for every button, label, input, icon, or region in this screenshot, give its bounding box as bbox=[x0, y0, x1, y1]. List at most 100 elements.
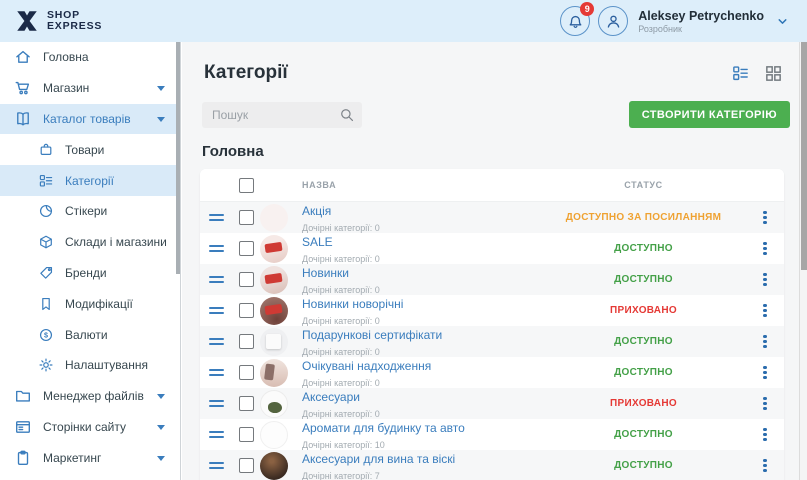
topbar: SHOP EXPRESS 9 Aleksey Petrychenko Розро… bbox=[0, 0, 807, 42]
table-row: Аксесуари для вина та віскі Дочірні катег… bbox=[200, 450, 784, 480]
category-name-link[interactable]: Аромати для будинку та авто bbox=[302, 421, 465, 435]
sidebar-item-label: Магазин bbox=[43, 81, 89, 95]
sidebar-item-shop[interactable]: Магазин bbox=[0, 73, 180, 104]
row-drag-handle-icon[interactable] bbox=[209, 245, 224, 252]
row-drag-handle-icon[interactable] bbox=[209, 369, 224, 376]
table-row: SALEДочірні категорії: 0ДОСТУПНО bbox=[200, 233, 784, 264]
category-status: ДОСТУПНО bbox=[541, 336, 746, 347]
category-thumbnail bbox=[260, 266, 288, 294]
table-row: Аромати для будинку та автоДочірні катег… bbox=[200, 419, 784, 450]
category-thumbnail bbox=[260, 235, 288, 263]
pages-icon bbox=[14, 418, 32, 436]
category-status: ДОСТУПНО bbox=[541, 274, 746, 285]
category-status: ДОСТУПНО ЗА ПОСИЛАННЯМ bbox=[541, 212, 746, 223]
create-category-button[interactable]: СТВОРИТИ КАТЕГОРІЮ bbox=[629, 101, 790, 128]
page-title: Категорії bbox=[204, 62, 288, 84]
sidebar-item-label: Модифікації bbox=[65, 297, 133, 311]
row-drag-handle-icon[interactable] bbox=[209, 431, 224, 438]
category-thumbnail bbox=[260, 204, 288, 232]
category-name-link[interactable]: Подарункові сертифікати bbox=[302, 328, 442, 342]
user-avatar[interactable] bbox=[598, 6, 628, 36]
logo-line2: EXPRESS bbox=[47, 21, 102, 32]
topbar-right: 9 Aleksey Petrychenko Розробник bbox=[552, 6, 793, 36]
shop-express-logo[interactable]: SHOP EXPRESS bbox=[14, 8, 102, 34]
row-checkbox[interactable] bbox=[239, 272, 254, 287]
table-row: Акція Дочірні категорії: 0 ДОСТУПНО ЗА ПОС… bbox=[200, 202, 784, 233]
category-thumbnail bbox=[260, 421, 288, 449]
row-menu-kebab-icon[interactable] bbox=[759, 424, 770, 446]
category-children-count: Дочірні категорії: 0 bbox=[302, 223, 380, 233]
category-name-link[interactable]: Аксесуари bbox=[302, 390, 360, 404]
row-drag-handle-icon[interactable] bbox=[209, 276, 224, 283]
category-thumbnail bbox=[260, 359, 288, 387]
row-menu-kebab-icon[interactable] bbox=[759, 300, 770, 322]
category-children-count: Дочірні категорії: 7 bbox=[302, 471, 455, 480]
sidebar-item-settings[interactable]: Налаштування bbox=[0, 350, 180, 381]
category-name-link[interactable]: Очікувані надходження bbox=[302, 359, 431, 373]
table-row: Подарункові сертифікатиДочірні категорії… bbox=[200, 326, 784, 357]
user-menu[interactable]: Aleksey Petrychenko Розробник bbox=[638, 9, 764, 34]
category-thumbnail bbox=[260, 328, 288, 356]
search-icon bbox=[339, 107, 355, 123]
row-menu-kebab-icon[interactable] bbox=[759, 207, 770, 229]
sidebar-item-stickers[interactable]: Стікери bbox=[0, 196, 180, 227]
row-checkbox[interactable] bbox=[239, 334, 254, 349]
sidebar-item-label: Налаштування bbox=[65, 358, 148, 372]
sidebar-item-categories[interactable]: Категорії bbox=[0, 165, 180, 196]
row-checkbox[interactable] bbox=[239, 303, 254, 318]
sidebar-item-label: Стікери bbox=[65, 204, 107, 218]
row-drag-handle-icon[interactable] bbox=[209, 338, 224, 345]
list-view-icon[interactable] bbox=[731, 64, 750, 83]
chevron-down-icon bbox=[157, 117, 165, 122]
row-drag-handle-icon[interactable] bbox=[209, 400, 224, 407]
row-drag-handle-icon[interactable] bbox=[209, 307, 224, 314]
row-menu-kebab-icon[interactable] bbox=[759, 238, 770, 260]
person-icon bbox=[604, 12, 623, 31]
user-menu-chevron-icon[interactable] bbox=[776, 15, 789, 28]
sidebar: Головна Магазин Каталог товарівТовариКатег… bbox=[0, 42, 181, 480]
sidebar-item-warehouses[interactable]: Склади і магазини bbox=[0, 227, 180, 258]
notifications-button[interactable]: 9 bbox=[560, 6, 590, 36]
row-menu-kebab-icon[interactable] bbox=[759, 269, 770, 291]
category-name-link[interactable]: Новинки новорічні bbox=[302, 297, 403, 311]
sidebar-item-marketing[interactable]: Маркетинг bbox=[0, 442, 180, 473]
table-row: АксесуариДочірні категорії: 0ПРИХОВАНО bbox=[200, 388, 784, 419]
row-checkbox[interactable] bbox=[239, 396, 254, 411]
row-menu-kebab-icon[interactable] bbox=[759, 331, 770, 353]
sidebar-item-modifications[interactable]: Модифікації bbox=[0, 288, 180, 319]
row-menu-kebab-icon[interactable] bbox=[759, 362, 770, 384]
category-name-link[interactable]: Аксесуари для вина та віскі bbox=[302, 452, 455, 466]
row-checkbox[interactable] bbox=[239, 210, 254, 225]
category-status: ПРИХОВАНО bbox=[541, 305, 746, 316]
row-menu-kebab-icon[interactable] bbox=[759, 455, 770, 477]
settings-icon bbox=[38, 357, 54, 373]
row-checkbox[interactable] bbox=[239, 458, 254, 473]
window-scrollbar-thumb[interactable] bbox=[801, 42, 807, 270]
sidebar-item-currencies[interactable]: $Валюти bbox=[0, 319, 180, 350]
row-checkbox[interactable] bbox=[239, 241, 254, 256]
category-name-link[interactable]: Новинки bbox=[302, 266, 349, 280]
grid-view-icon[interactable] bbox=[764, 64, 783, 83]
categories-table: НАЗВА СТАТУС АкціяДочірні категорії: 0ДО… bbox=[200, 169, 784, 480]
row-menu-kebab-icon[interactable] bbox=[759, 393, 770, 415]
search-input[interactable] bbox=[202, 102, 362, 128]
row-drag-handle-icon[interactable] bbox=[209, 214, 224, 221]
sidebar-item-brands[interactable]: Бренди bbox=[0, 258, 180, 289]
sidebar-item-catalog[interactable]: Каталог товарів bbox=[0, 104, 180, 135]
sidebar-item-file-manager[interactable]: Менеджер файлів bbox=[0, 381, 180, 412]
sidebar-item-home[interactable]: Головна bbox=[0, 42, 180, 73]
category-status: ДОСТУПНО bbox=[541, 367, 746, 378]
sidebar-scrollbar[interactable] bbox=[176, 42, 180, 274]
select-all-checkbox[interactable] bbox=[239, 178, 254, 193]
row-drag-handle-icon[interactable] bbox=[209, 462, 224, 469]
row-checkbox[interactable] bbox=[239, 365, 254, 380]
home-icon bbox=[14, 48, 32, 66]
category-children-count: Дочірні категорії: 0 bbox=[302, 285, 380, 295]
row-checkbox[interactable] bbox=[239, 427, 254, 442]
category-name-link[interactable]: Акція bbox=[302, 204, 331, 218]
sidebar-item-site-pages[interactable]: Сторінки сайту bbox=[0, 412, 180, 443]
sidebar-item-products[interactable]: Товари bbox=[0, 134, 180, 165]
category-name-link[interactable]: SALE bbox=[302, 235, 333, 249]
marketing-icon bbox=[14, 449, 32, 467]
window-scrollbar[interactable] bbox=[799, 42, 807, 480]
